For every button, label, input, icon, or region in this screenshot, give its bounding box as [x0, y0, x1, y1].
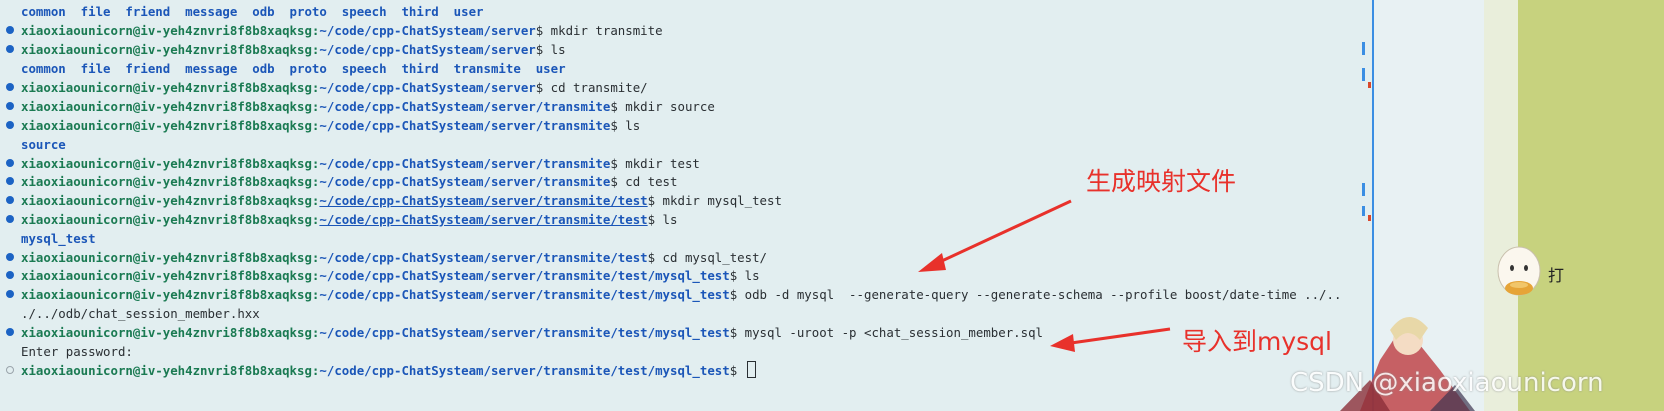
user-host-prompt: xiaoxiaounicorn@iv-yeh4znvri8f8b8xaqksg:	[21, 287, 320, 302]
command-output: ./../odb/chat_session_member.hxx	[21, 306, 260, 321]
working-directory-path[interactable]: ~/code/cpp-ChatSysteam/server/transmite/…	[319, 363, 729, 378]
command-output: Enter password:	[21, 344, 133, 359]
command-line: xiaoxiaounicorn@iv-yeh4znvri8f8b8xaqksg:…	[21, 116, 640, 135]
command-line: xiaoxiaounicorn@iv-yeh4znvri8f8b8xaqksg:…	[21, 172, 677, 191]
command-line: xiaoxiaounicorn@iv-yeh4znvri8f8b8xaqksg:…	[21, 191, 782, 210]
command-text: $ mkdir transmite	[535, 23, 663, 38]
side-panel	[1484, 0, 1664, 411]
command-text: $ cd mysql_test/	[647, 250, 767, 265]
user-host-prompt: xiaoxiaounicorn@iv-yeh4znvri8f8b8xaqksg:	[21, 325, 320, 340]
command-status-dot-icon[interactable]	[6, 102, 14, 110]
command-text: $ mkdir source	[610, 99, 715, 114]
command-line: xiaoxiaounicorn@iv-yeh4znvri8f8b8xaqksg:…	[21, 210, 677, 229]
command-text: $ mkdir mysql_test	[647, 193, 782, 208]
working-directory-path[interactable]: ~/code/cpp-ChatSysteam/server	[319, 23, 535, 38]
side-label[interactable]: 打	[1548, 262, 1564, 286]
working-directory-path[interactable]: ~/code/cpp-ChatSysteam/server/transmite/…	[319, 287, 729, 302]
command-text: $ mysql -uroot -p <chat_session_member.s…	[729, 325, 1044, 340]
user-host-prompt: xiaoxiaounicorn@iv-yeh4znvri8f8b8xaqksg:	[21, 174, 320, 189]
working-directory-path[interactable]: ~/code/cpp-ChatSysteam/server/transmite	[319, 174, 610, 189]
working-directory-path[interactable]: ~/code/cpp-ChatSysteam/server/transmite/…	[319, 325, 729, 340]
scroll-marker	[1362, 42, 1365, 55]
user-host-prompt: xiaoxiaounicorn@iv-yeh4znvri8f8b8xaqksg:	[21, 80, 320, 95]
command-line: xiaoxiaounicorn@iv-yeh4znvri8f8b8xaqksg:…	[21, 21, 663, 40]
command-output: mysql_test	[21, 231, 96, 246]
user-host-prompt: xiaoxiaounicorn@iv-yeh4znvri8f8b8xaqksg:	[21, 363, 320, 378]
command-text: $ mkdir test	[610, 156, 700, 171]
command-line: xiaoxiaounicorn@iv-yeh4znvri8f8b8xaqksg:…	[21, 361, 756, 380]
command-status-dot-icon[interactable]	[6, 83, 14, 91]
command-line: xiaoxiaounicorn@iv-yeh4znvri8f8b8xaqksg:…	[21, 248, 767, 267]
side-panel-inner	[1484, 0, 1518, 411]
command-text: $ ls	[729, 268, 760, 283]
mascot-icon[interactable]	[1494, 245, 1544, 301]
working-directory-path[interactable]: ~/code/cpp-ChatSysteam/server/transmite/…	[319, 193, 647, 208]
command-text: $ cd transmite/	[535, 80, 648, 95]
command-output: common file friend message odb proto spe…	[21, 4, 484, 19]
command-status-dot-icon[interactable]	[6, 215, 14, 223]
user-host-prompt: xiaoxiaounicorn@iv-yeh4znvri8f8b8xaqksg:	[21, 212, 320, 227]
user-host-prompt: xiaoxiaounicorn@iv-yeh4znvri8f8b8xaqksg:	[21, 268, 320, 283]
command-text: $ ls	[610, 118, 641, 133]
command-status-dot-icon[interactable]	[6, 271, 14, 279]
working-directory-path[interactable]: ~/code/cpp-ChatSysteam/server/transmite	[319, 156, 610, 171]
annotation-generate-mapping: 生成映射文件	[1086, 167, 1237, 196]
working-directory-path[interactable]: ~/code/cpp-ChatSysteam/server/transmite	[319, 99, 610, 114]
working-directory-path[interactable]: ~/code/cpp-ChatSysteam/server/transmite/…	[319, 268, 729, 283]
command-status-dot-icon[interactable]	[6, 253, 14, 261]
command-status-dot-icon[interactable]	[6, 366, 14, 374]
command-line: xiaoxiaounicorn@iv-yeh4znvri8f8b8xaqksg:…	[21, 266, 760, 285]
scroll-marker	[1362, 183, 1365, 196]
user-host-prompt: xiaoxiaounicorn@iv-yeh4znvri8f8b8xaqksg:	[21, 193, 320, 208]
user-host-prompt: xiaoxiaounicorn@iv-yeh4znvri8f8b8xaqksg:	[21, 156, 320, 171]
user-host-prompt: xiaoxiaounicorn@iv-yeh4znvri8f8b8xaqksg:	[21, 42, 320, 57]
terminal-panel[interactable]: common file friend message odb proto spe…	[0, 0, 1372, 411]
working-directory-path[interactable]: ~/code/cpp-ChatSysteam/server	[319, 42, 535, 57]
command-text: $ cd test	[610, 174, 678, 189]
command-text: $	[729, 363, 745, 378]
scroll-marker	[1362, 68, 1365, 81]
command-status-dot-icon[interactable]	[6, 196, 14, 204]
scroll-marker	[1362, 206, 1365, 216]
command-line: xiaoxiaounicorn@iv-yeh4znvri8f8b8xaqksg:…	[21, 97, 715, 116]
command-status-dot-icon[interactable]	[6, 328, 14, 336]
working-directory-path[interactable]: ~/code/cpp-ChatSysteam/server/transmite/…	[319, 250, 647, 265]
command-line: xiaoxiaounicorn@iv-yeh4znvri8f8b8xaqksg:…	[21, 154, 700, 173]
command-text: $ odb -d mysql --generate-query --genera…	[729, 287, 1342, 302]
command-text: $ ls	[535, 42, 566, 57]
working-directory-path[interactable]: ~/code/cpp-ChatSysteam/server/transmite/…	[319, 212, 647, 227]
user-host-prompt: xiaoxiaounicorn@iv-yeh4znvri8f8b8xaqksg:	[21, 250, 320, 265]
command-text: $ ls	[647, 212, 678, 227]
watermark: CSDN @xiaoxiaounicorn	[1290, 368, 1604, 398]
command-status-dot-icon[interactable]	[6, 290, 14, 298]
command-line: xiaoxiaounicorn@iv-yeh4znvri8f8b8xaqksg:…	[21, 40, 566, 59]
command-line: xiaoxiaounicorn@iv-yeh4znvri8f8b8xaqksg:…	[21, 323, 1043, 342]
user-host-prompt: xiaoxiaounicorn@iv-yeh4znvri8f8b8xaqksg:	[21, 23, 320, 38]
user-host-prompt: xiaoxiaounicorn@iv-yeh4znvri8f8b8xaqksg:	[21, 118, 320, 133]
command-status-dot-icon[interactable]	[6, 177, 14, 185]
annotation-import-mysql: 导入到mysql	[1182, 327, 1332, 356]
command-status-dot-icon[interactable]	[6, 159, 14, 167]
command-line: xiaoxiaounicorn@iv-yeh4znvri8f8b8xaqksg:…	[21, 78, 648, 97]
working-directory-path[interactable]: ~/code/cpp-ChatSysteam/server	[319, 80, 535, 95]
command-status-dot-icon[interactable]	[6, 26, 14, 34]
user-host-prompt: xiaoxiaounicorn@iv-yeh4znvri8f8b8xaqksg:	[21, 99, 320, 114]
command-output: source	[21, 137, 66, 152]
scroll-marker-error	[1368, 215, 1371, 221]
command-line: xiaoxiaounicorn@iv-yeh4znvri8f8b8xaqksg:…	[21, 285, 1341, 304]
command-status-dot-icon[interactable]	[6, 121, 14, 129]
command-status-dot-icon[interactable]	[6, 45, 14, 53]
working-directory-path[interactable]: ~/code/cpp-ChatSysteam/server/transmite	[319, 118, 610, 133]
scroll-marker-error	[1368, 82, 1371, 88]
terminal-cursor[interactable]	[746, 361, 756, 378]
command-output: common file friend message odb proto spe…	[21, 61, 566, 76]
